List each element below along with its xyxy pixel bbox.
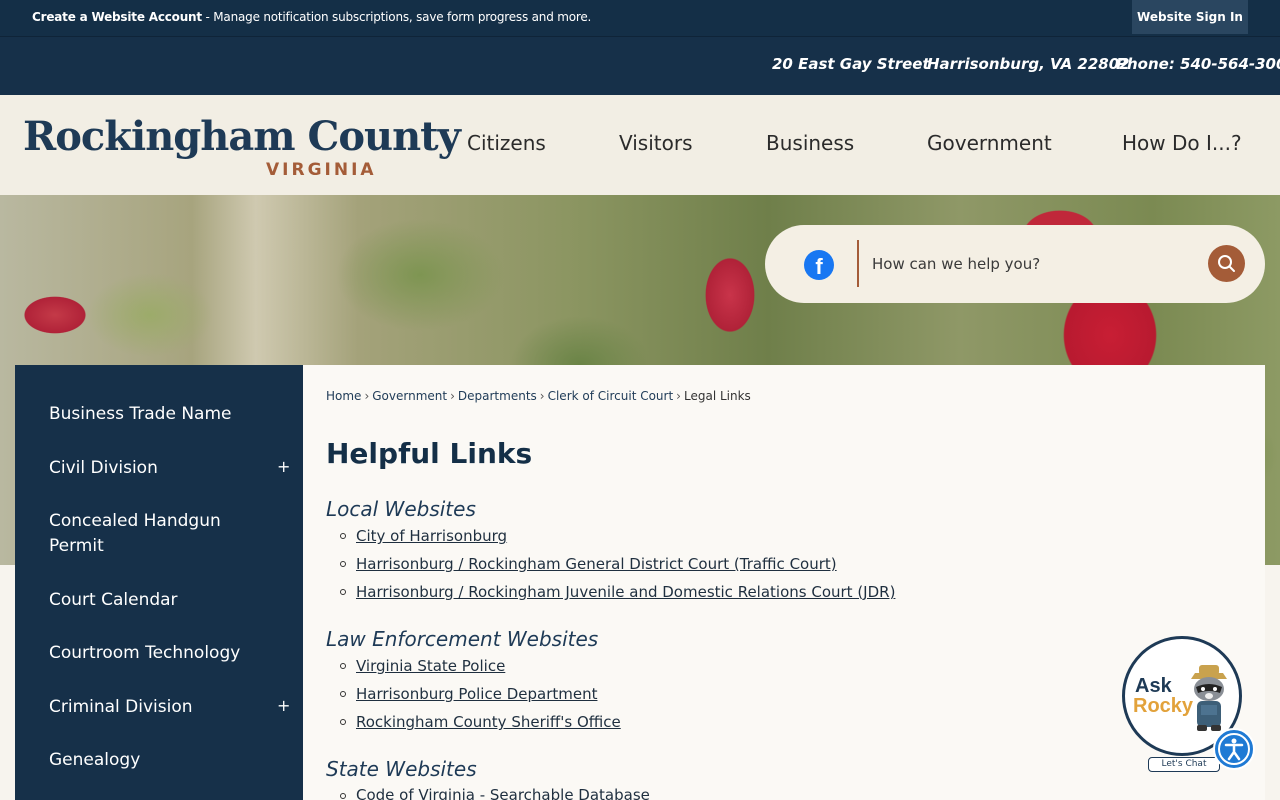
link-city-of-harrisonburg[interactable]: City of Harrisonburg <box>356 527 507 545</box>
breadcrumb: Home › Government › Departments › Clerk of Cir… <box>326 389 751 403</box>
website-signin-button[interactable]: Website Sign In <box>1132 0 1248 34</box>
phone-number[interactable]: Phone: 540-564-3000 <box>1116 55 1280 73</box>
account-bar: Create a Website Account - Manage notifi… <box>0 0 1280 36</box>
list-bullet <box>340 719 346 725</box>
search-input[interactable] <box>872 248 1192 280</box>
link-code-of-virginia[interactable]: Code of Virginia - Searchable Database <box>356 786 650 800</box>
sidebar-item-courtroom-technology[interactable]: Courtroom Technology <box>49 641 240 666</box>
nav-how-do-i[interactable]: How Do I...? <box>1122 131 1242 155</box>
list-bullet <box>340 663 346 669</box>
nav-visitors[interactable]: Visitors <box>619 131 693 155</box>
search-button[interactable] <box>1208 245 1245 282</box>
search-divider <box>857 240 859 287</box>
list-bullet <box>340 793 346 799</box>
list-bullet <box>340 533 346 539</box>
link-jdr-court[interactable]: Harrisonburg / Rockingham Juvenile and D… <box>356 583 895 601</box>
expand-civil-division-icon[interactable]: + <box>277 457 290 476</box>
sidebar-item-genealogy[interactable]: Genealogy <box>49 748 140 773</box>
nav-business[interactable]: Business <box>766 131 854 155</box>
city-address: Harrisonburg, VA 22802 <box>927 55 1130 73</box>
nav-government[interactable]: Government <box>927 131 1052 155</box>
search-icon <box>1218 255 1235 272</box>
sidebar-item-business-trade-name[interactable]: Business Trade Name <box>49 402 231 427</box>
facebook-icon[interactable]: f <box>804 250 834 280</box>
breadcrumb-current: Legal Links <box>683 389 751 403</box>
expand-criminal-division-icon[interactable]: + <box>277 696 290 715</box>
county-logo[interactable]: Rockingham County <box>23 113 461 160</box>
list-bullet <box>340 589 346 595</box>
lets-chat-button[interactable]: Let's Chat <box>1148 757 1220 772</box>
chat-rocky-text: Rocky <box>1133 695 1194 717</box>
list-bullet <box>340 691 346 697</box>
breadcrumb-government[interactable]: Government <box>372 389 447 403</box>
side-navigation: Business Trade Name Civil Division + Con… <box>15 365 303 800</box>
list-bullet <box>340 561 346 567</box>
contact-bar: 20 East Gay Street Harrisonburg, VA 2280… <box>0 36 1280 95</box>
page-title: Helpful Links <box>326 437 533 470</box>
link-harrisonburg-police[interactable]: Harrisonburg Police Department <box>356 685 597 703</box>
section-heading-local: Local Websites <box>326 497 476 521</box>
raccoon-mascot-icon <box>1191 665 1227 731</box>
site-header: Rockingham County VIRGINIA Citizens Visi… <box>0 95 1280 195</box>
link-sheriffs-office[interactable]: Rockingham County Sheriff's Office <box>356 713 621 731</box>
accessibility-icon <box>1218 733 1250 765</box>
sidebar-item-civil-division[interactable]: Civil Division <box>49 456 158 481</box>
create-account-link[interactable]: Create a Website Account - Manage notifi… <box>32 10 591 24</box>
link-virginia-state-police[interactable]: Virginia State Police <box>356 657 505 675</box>
sidebar-item-criminal-division[interactable]: Criminal Division <box>49 695 193 720</box>
county-logo-state: VIRGINIA <box>266 160 377 180</box>
breadcrumb-home[interactable]: Home <box>326 389 361 403</box>
breadcrumb-departments[interactable]: Departments <box>458 389 537 403</box>
street-address: 20 East Gay Street <box>772 55 930 73</box>
nav-citizens[interactable]: Citizens <box>467 131 546 155</box>
sidebar-item-concealed-handgun-permit[interactable]: Concealed Handgun Permit <box>49 509 249 559</box>
accessibility-button[interactable] <box>1213 728 1255 770</box>
breadcrumb-clerk[interactable]: Clerk of Circuit Court <box>548 389 674 403</box>
section-heading-state: State Websites <box>326 757 477 781</box>
sidebar-item-court-calendar[interactable]: Court Calendar <box>49 588 178 613</box>
link-general-district-court[interactable]: Harrisonburg / Rockingham General Distri… <box>356 555 837 573</box>
section-heading-law-enforcement: Law Enforcement Websites <box>326 627 599 651</box>
